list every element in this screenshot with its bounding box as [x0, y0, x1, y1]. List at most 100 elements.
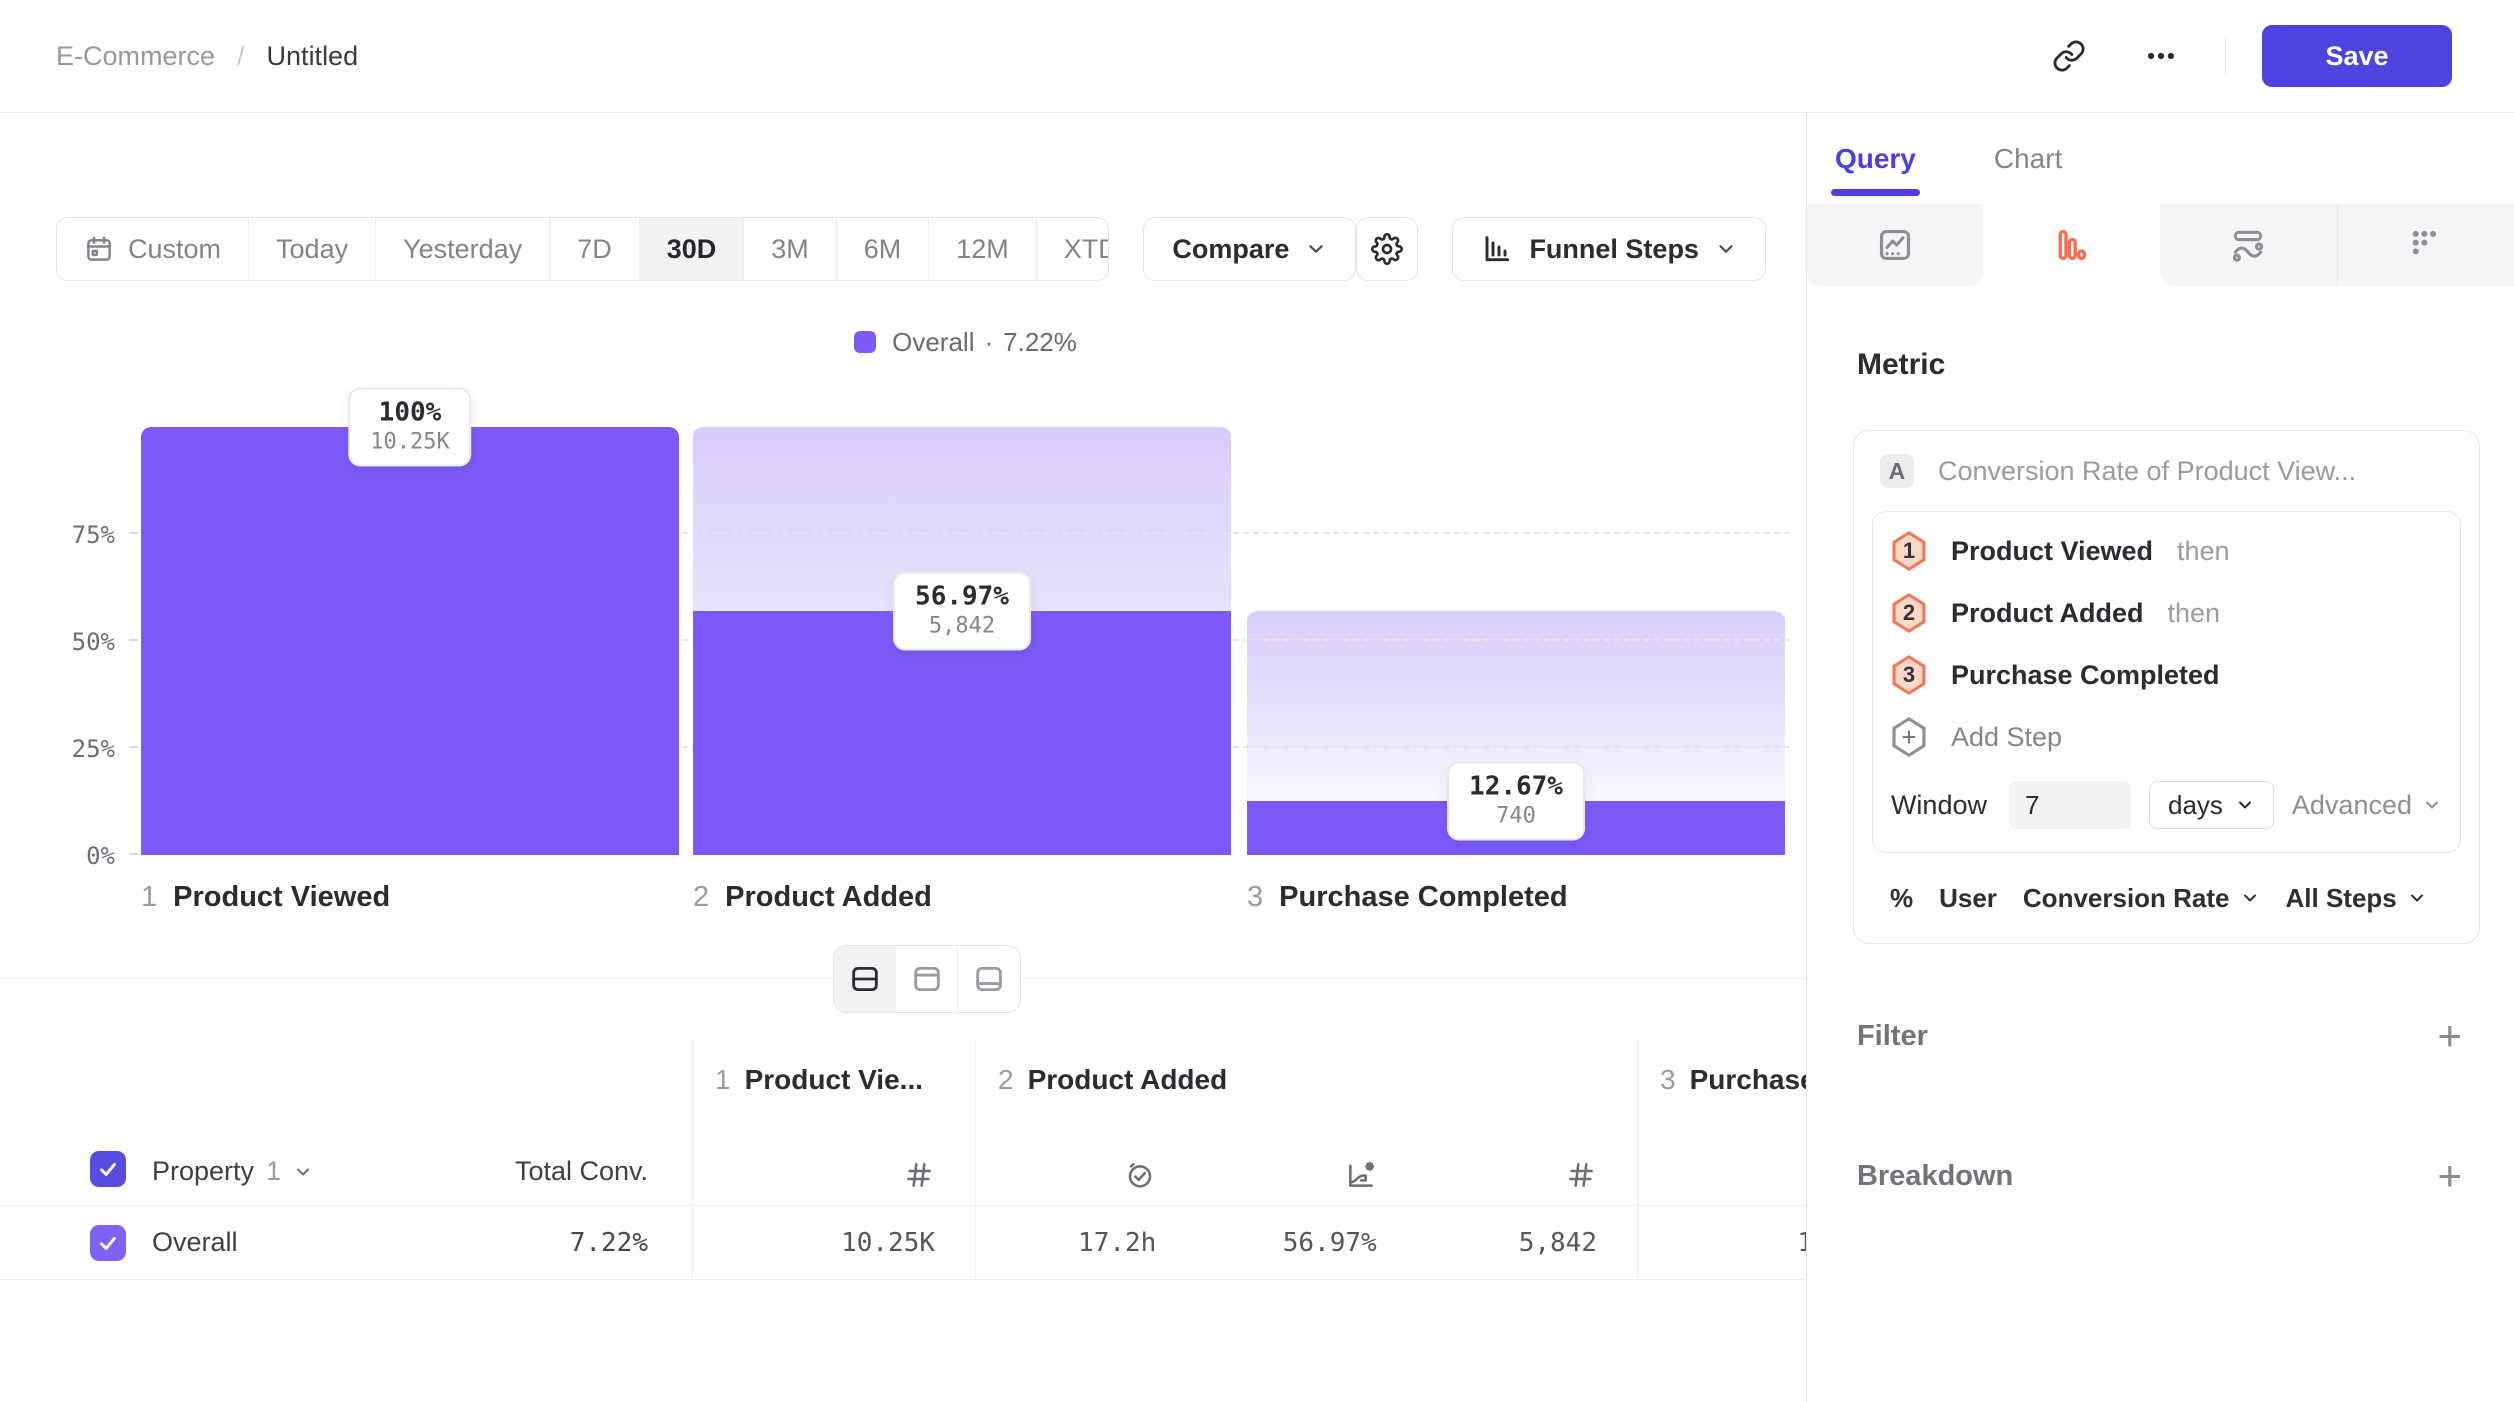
column-title[interactable]: 3 Purchase Completed	[1638, 1064, 1806, 1096]
window-value-input[interactable]	[2009, 781, 2131, 829]
chart-settings-button[interactable]	[1356, 217, 1418, 281]
property-label: Property	[152, 1156, 254, 1187]
window-unit-select[interactable]: days	[2149, 781, 2274, 829]
date-preset-xtd[interactable]: XTD	[1037, 218, 1110, 280]
top-actions: Save	[2041, 25, 2452, 87]
step-row-2[interactable]: 2 Product Added then	[1891, 582, 2442, 644]
funnel-value-badge: 56.97% 5,842	[893, 572, 1031, 651]
legend-separator: ·	[984, 327, 993, 358]
funnel-chart: 100% 10.25K 56.97% 5,842 1	[141, 427, 1790, 855]
table-row-left: Overall 7.22%	[0, 1206, 692, 1279]
chevron-down-icon	[2235, 795, 2255, 815]
y-axis-tick	[129, 746, 138, 748]
save-button[interactable]: Save	[2262, 25, 2452, 87]
table-header-left: Property 1 Total Conv.	[0, 1040, 692, 1205]
metric-card: A Conversion Rate of Product View... 1 P…	[1853, 430, 2480, 944]
advanced-toggle[interactable]: Advanced	[2292, 790, 2442, 821]
row-checkbox[interactable]	[90, 1225, 126, 1261]
funnel-bar-step-1[interactable]: 100% 10.25K	[141, 427, 679, 855]
date-preset-30d[interactable]: 30D	[640, 218, 745, 280]
funnel-bar-step-3[interactable]: 12.67% 740	[1247, 427, 1785, 855]
column-step-number: 3	[1660, 1064, 1676, 1096]
date-preset-12m[interactable]: 12M	[929, 218, 1037, 280]
column-step-name: Product Added	[1028, 1064, 1228, 1096]
step-number: 1	[141, 881, 157, 914]
view-toggle-table-only[interactable]	[958, 946, 1020, 1012]
badge-percent: 100%	[370, 398, 449, 428]
row-label: Overall	[152, 1227, 238, 1258]
badge-percent: 56.97%	[915, 582, 1009, 612]
view-toggle-split[interactable]	[834, 946, 896, 1012]
add-breakdown-button[interactable]: +	[2437, 1155, 2462, 1197]
breadcrumb-current[interactable]: Untitled	[267, 41, 359, 72]
cell-step2-time: 17.2h	[976, 1228, 1196, 1258]
step-row-1[interactable]: 1 Product Viewed then	[1891, 520, 2442, 582]
metric-title-row[interactable]: A Conversion Rate of Product View...	[1854, 431, 2479, 511]
filter-label: Filter	[1857, 1020, 1928, 1053]
more-menu-button[interactable]	[2133, 28, 2189, 84]
legend-series-name: Overall	[892, 327, 974, 358]
tab-query[interactable]: Query	[1835, 113, 1916, 204]
metric-time-header[interactable]	[976, 1159, 1196, 1191]
funnel-bar-step-2[interactable]: 56.97% 5,842	[693, 427, 1231, 855]
funnel-value-badge: 100% 10.25K	[348, 388, 471, 467]
table-row-overall[interactable]: Overall 7.22% 10.25K 17.2h 56.97% 5,842 …	[0, 1205, 1806, 1280]
plus-icon: +	[1901, 722, 1916, 753]
metric-rate-header[interactable]	[1196, 1159, 1416, 1191]
measure-entity-select[interactable]: User	[1939, 883, 1997, 914]
results-table: Property 1 Total Conv. 1 Product Vie...	[0, 1040, 1806, 1280]
chart-type-flows[interactable]	[2160, 204, 2337, 286]
measure-scope-select[interactable]: All Steps	[2286, 883, 2427, 914]
column-title[interactable]: 1 Product Vie...	[693, 1064, 975, 1096]
add-filter-button[interactable]: +	[2437, 1015, 2462, 1057]
select-all-checkbox[interactable]	[90, 1151, 126, 1187]
date-preset-6m[interactable]: 6M	[837, 218, 930, 280]
chart-type-grid[interactable]	[2337, 204, 2514, 286]
flows-icon	[2229, 226, 2267, 264]
chevron-down-icon	[2240, 888, 2260, 908]
step-number: 2	[1903, 600, 1915, 626]
compare-label: Compare	[1172, 234, 1289, 265]
step-hexagon-badge: 2	[1891, 593, 1927, 633]
measure-symbol: %	[1890, 883, 1913, 914]
view-toggle-chart-only[interactable]	[896, 946, 958, 1012]
date-preset-today[interactable]: Today	[249, 218, 376, 280]
breakdown-section: Breakdown +	[1807, 1139, 2514, 1213]
step-name: Product Added	[725, 881, 932, 914]
date-preset-7d[interactable]: 7D	[550, 218, 640, 280]
add-step-button[interactable]: + Add Step	[1891, 706, 2442, 768]
conversion-window-row: Window days Advanced	[1891, 768, 2442, 842]
metric-count-header[interactable]	[1417, 1159, 1637, 1191]
compare-button[interactable]: Compare	[1143, 217, 1356, 281]
chart-legend[interactable]: Overall · 7.22%	[141, 327, 1790, 357]
date-preset-yesterday[interactable]: Yesterday	[376, 218, 550, 280]
breadcrumb-parent[interactable]: E-Commerce	[56, 41, 215, 72]
cell-step2-count: 5,842	[1417, 1228, 1637, 1258]
tab-chart[interactable]: Chart	[1994, 113, 2062, 204]
y-axis-label: 50%	[53, 628, 115, 656]
row-total-conv: 7.22%	[570, 1228, 692, 1258]
metric-heading: Metric	[1857, 348, 2514, 382]
chevron-down-icon	[2407, 888, 2427, 908]
chart-type-line[interactable]	[1807, 204, 1984, 286]
step-name: Purchase Completed	[1279, 881, 1567, 914]
count-hash-icon	[903, 1159, 935, 1191]
step-connector: then	[2177, 536, 2230, 567]
date-preset-custom[interactable]: Custom	[57, 218, 249, 280]
measure-entity: User	[1939, 883, 1997, 914]
property-selector[interactable]: Property 1	[152, 1156, 313, 1187]
step-row-3[interactable]: 3 Purchase Completed	[1891, 644, 2442, 706]
measure-row: % User Conversion Rate All Steps	[1854, 853, 2479, 943]
chart-type-funnel[interactable]	[1983, 204, 2160, 286]
share-link-button[interactable]	[2041, 28, 2097, 84]
column-step-name: Product Vie...	[745, 1064, 923, 1096]
metric-time-header[interactable]	[1638, 1159, 1806, 1191]
column-title[interactable]: 2 Product Added	[976, 1064, 1637, 1096]
funnel-bar-solid[interactable]	[141, 427, 679, 855]
metric-count-header[interactable]	[693, 1159, 975, 1191]
measure-metric-select[interactable]: Conversion Rate	[2023, 883, 2260, 914]
split-view-icon	[848, 962, 882, 996]
bottom-panel-icon	[972, 962, 1006, 996]
chart-view-selector[interactable]: Funnel Steps	[1452, 217, 1766, 281]
date-preset-3m[interactable]: 3M	[744, 218, 837, 280]
